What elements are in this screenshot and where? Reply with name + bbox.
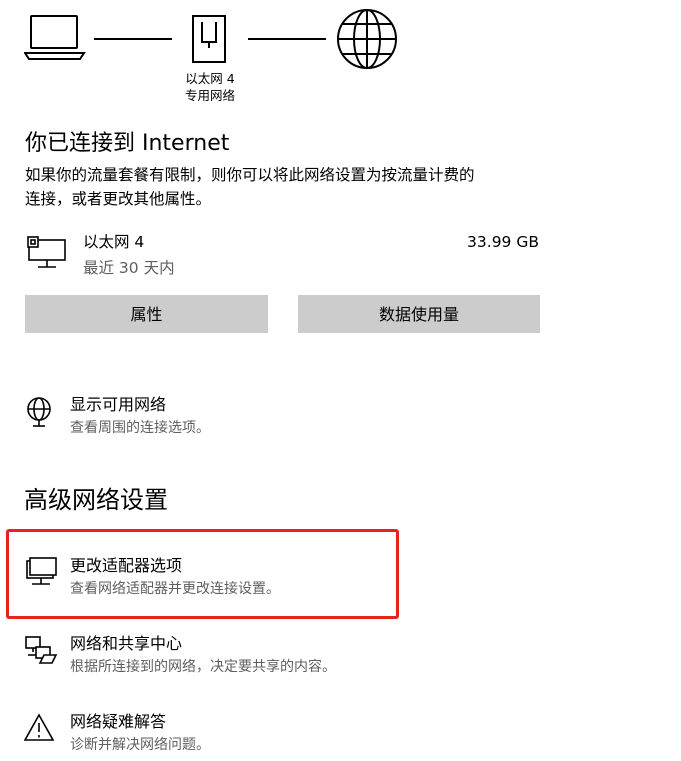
laptop-icon — [24, 15, 86, 60]
connection-status-title: 你已连接到 Internet — [25, 131, 230, 156]
network-diagram — [24, 8, 404, 72]
adapter-icon — [24, 557, 58, 589]
globe-antenna-icon — [24, 396, 56, 430]
sharing-center-subtitle: 根据所连接到的网络，决定要共享的内容。 — [70, 659, 336, 675]
connection-name: 以太网 4 — [83, 233, 145, 251]
network-sharing-center-link[interactable]: 网络和共享中心 根据所连接到的网络，决定要共享的内容。 — [22, 631, 442, 681]
connection-period: 最近 30 天内 — [83, 259, 175, 277]
ethernet-port-icon — [192, 15, 226, 63]
adapter-options-subtitle: 查看网络适配器并更改连接设置。 — [70, 581, 280, 597]
adapter-name-caption: 以太网 4 — [185, 71, 235, 86]
ethernet-pc-icon — [26, 236, 70, 272]
globe-icon — [337, 9, 397, 69]
change-adapter-options-link[interactable]: 更改适配器选项 查看网络适配器并更改连接设置。 — [22, 553, 392, 603]
properties-button[interactable]: 属性 — [25, 295, 268, 333]
status-description-line1: 如果你的流量套餐有限制，则你可以将此网络设置为按流量计费的 — [25, 166, 475, 184]
sharing-center-icon — [24, 635, 58, 667]
status-description-line2: 连接，或者更改其他属性。 — [25, 190, 212, 208]
show-networks-title: 显示可用网络 — [70, 395, 167, 414]
show-available-networks-link[interactable]: 显示可用网络 查看周围的连接选项。 — [22, 392, 422, 442]
troubleshooter-subtitle: 诊断并解决网络问题。 — [70, 737, 210, 753]
adapter-options-title: 更改适配器选项 — [70, 556, 183, 575]
show-networks-subtitle: 查看周围的连接选项。 — [70, 420, 210, 436]
data-usage-amount: 33.99 GB — [467, 233, 539, 251]
network-type-caption: 专用网络 — [184, 88, 235, 103]
network-troubleshooter-link[interactable]: 网络疑难解答 诊断并解决网络问题。 — [22, 709, 422, 759]
troubleshooter-title: 网络疑难解答 — [70, 712, 167, 731]
advanced-settings-heading: 高级网络设置 — [24, 486, 168, 514]
data-usage-button[interactable]: 数据使用量 — [298, 295, 540, 333]
sharing-center-title: 网络和共享中心 — [70, 634, 183, 653]
warning-icon — [24, 713, 56, 743]
network-diagram-graphic — [24, 9, 397, 69]
